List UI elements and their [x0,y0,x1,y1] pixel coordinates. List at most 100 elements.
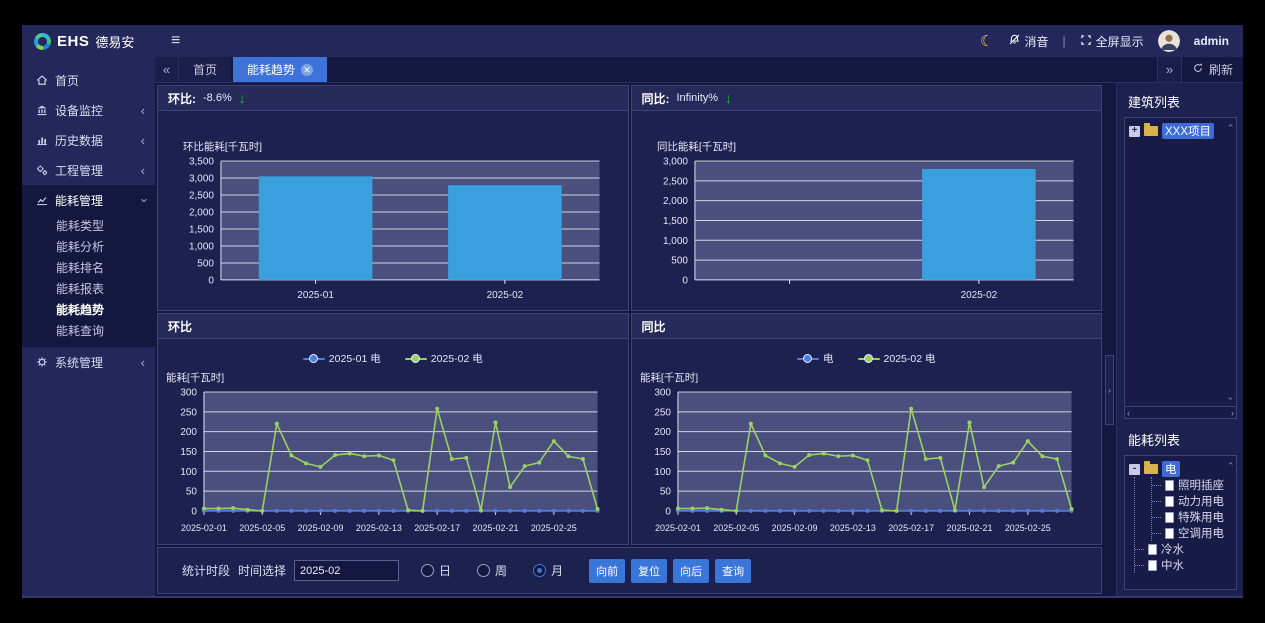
huanbi-bar-chart[interactable]: 05001,0001,5002,0002,5003,0003,500环比能耗[千… [158,111,628,310]
radio-circle-icon[interactable] [477,564,490,577]
svg-text:2025-02-01: 2025-02-01 [181,523,227,533]
svg-text:同比能耗[千瓦时]: 同比能耗[千瓦时] [656,140,735,153]
sidebar-subitem-能耗分析[interactable]: 能耗分析 [22,236,155,257]
svg-text:2025-02-13: 2025-02-13 [356,523,402,533]
file-icon [1165,496,1174,507]
app-window: EHS 德易安 首页设备监控‹历史数据‹工程管理‹能耗管理‹能耗类型能耗分析能耗… [22,25,1243,598]
tabs-scroll-left-icon[interactable]: « [155,57,179,82]
refresh-button[interactable]: 刷新 [1181,57,1243,82]
file-icon [1165,480,1174,491]
chart-legend: 2025-01 电 2025-02 电 [158,351,628,366]
huanbi-line-chart[interactable]: 2025-01 电2025-02 电050100150200250300能耗[千… [158,339,628,544]
username[interactable]: admin [1194,34,1229,48]
tree-item-电[interactable]: -电 [1129,461,1232,477]
legend-item-电[interactable]: 电 [797,351,834,366]
radio-日[interactable]: 日 [421,562,451,579]
menu-toggle-icon[interactable]: ≡ [155,32,196,50]
panel-huanbi-bar-header: 环比: -8.6% ↓ [158,86,628,111]
tree-collapse-icon[interactable]: - [1129,464,1140,475]
svg-text:200: 200 [654,427,671,438]
panel-huanbi-line: 环比 2025-01 电2025-02 电050100150200250300能… [157,313,629,545]
trend-down-icon: ↓ [239,91,246,105]
svg-text:300: 300 [180,388,197,399]
scroll-up-icon[interactable]: › [1226,462,1235,465]
legend-item-2025-02 电[interactable]: 2025-02 电 [858,351,936,366]
button-查询[interactable]: 查询 [715,559,751,583]
sidebar-item-历史数据[interactable]: 历史数据‹ [22,125,155,155]
radio-label: 日 [439,562,451,579]
refresh-icon [1192,62,1204,77]
svg-text:2,500: 2,500 [662,176,687,187]
radio-月[interactable]: 月 [533,562,563,579]
button-向后[interactable]: 向后 [673,559,709,583]
svg-text:1,000: 1,000 [189,241,214,252]
topbar: ≡ ☾ 消音 | 全屏显示 admin [155,25,1243,57]
sidebar-item-label: 工程管理 [55,162,103,179]
radio-circle-icon[interactable] [533,564,546,577]
energy-list-header: 能耗列表 [1124,427,1237,455]
button-向前[interactable]: 向前 [589,559,625,583]
theme-moon-icon[interactable]: ☾ [980,32,993,50]
legend-item-2025-01 电[interactable]: 2025-01 电 [303,351,381,366]
tab-能耗趋势[interactable]: 能耗趋势✕ [233,57,327,82]
tree-item-特殊用电[interactable]: 特殊用电 [1152,509,1232,525]
tree-expand-icon[interactable]: + [1129,126,1140,137]
svg-text:2025-02-09: 2025-02-09 [771,523,817,533]
topbar-right: ☾ 消音 | 全屏显示 admin [980,30,1243,52]
sidebar-subitem-能耗查询[interactable]: 能耗查询 [22,320,155,341]
huanbi-summary-value: -8.6% [203,92,232,104]
tree-item-动力用电[interactable]: 动力用电 [1152,493,1232,509]
sidebar-item-label: 首页 [55,72,79,89]
tree-item-冷水[interactable]: 冷水 [1135,541,1232,557]
time-select-input[interactable] [294,560,399,581]
building-tree-hscrollbar[interactable]: ‹ › [1124,407,1237,419]
scroll-right-icon[interactable]: › [1231,408,1234,418]
legend-marker-icon [797,354,819,363]
tree-item-XXX项目[interactable]: +XXX项目 [1129,123,1232,139]
tree-item-照明插座[interactable]: 照明插座 [1152,477,1232,493]
sidebar-item-首页[interactable]: 首页 [22,65,155,95]
svg-text:250: 250 [180,407,197,418]
radio-周[interactable]: 周 [477,562,507,579]
scroll-left-icon[interactable]: ‹ [1127,408,1130,418]
sidebar-item-label: 系统管理 [55,354,103,371]
svg-text:2,000: 2,000 [189,208,214,219]
radio-circle-icon[interactable] [421,564,434,577]
tongbi-bar-chart[interactable]: 05001,0001,5002,0002,5003,000同比能耗[千瓦时]20… [632,111,1102,310]
sidebar-item-设备监控[interactable]: 设备监控‹ [22,95,155,125]
tree-item-label: 动力用电 [1178,493,1224,509]
svg-text:1,500: 1,500 [189,224,214,235]
legend-item-2025-02 电[interactable]: 2025-02 电 [405,351,483,366]
tab-首页[interactable]: 首页 [179,57,231,82]
main-column: ≡ ☾ 消音 | 全屏显示 admin « 首页能耗趋势✕ » [155,25,1243,596]
sidebar-item-系统管理[interactable]: 系统管理‹ [22,347,155,377]
app-logo[interactable]: EHS 德易安 [22,25,155,57]
tabs-scroll-right-icon[interactable]: » [1157,57,1181,82]
sidebar-item-工程管理[interactable]: 工程管理‹ [22,155,155,185]
avatar[interactable] [1158,30,1180,52]
tabbar: « 首页能耗趋势✕ » 刷新 [155,57,1243,83]
scroll-down-icon[interactable]: › [1226,397,1235,400]
fullscreen-button[interactable]: 全屏显示 [1080,33,1144,50]
sidebar-subitem-能耗排名[interactable]: 能耗排名 [22,257,155,278]
svg-text:150: 150 [180,447,197,458]
sidebar-item-能耗管理[interactable]: 能耗管理‹ [22,185,155,215]
tongbi-line-chart[interactable]: 电2025-02 电050100150200250300能耗[千瓦时]2025-… [632,339,1102,544]
sidebar-subitem-能耗趋势[interactable]: 能耗趋势 [22,299,155,320]
tab-close-icon[interactable]: ✕ [301,64,313,76]
logo-text-name: 德易安 [95,32,134,51]
tree-item-空调用电[interactable]: 空调用电 [1152,525,1232,541]
scroll-up-icon[interactable]: › [1226,124,1235,127]
chevron-left-icon: ‹ [141,104,145,117]
file-icon [1148,560,1157,571]
device-monitor-icon [35,103,49,117]
tree-item-中水[interactable]: 中水 [1135,557,1232,573]
button-复位[interactable]: 复位 [631,559,667,583]
sidebar-item-label: 能耗管理 [55,192,103,209]
sidebar-subitem-能耗报表[interactable]: 能耗报表 [22,278,155,299]
mute-button[interactable]: 消音 [1008,33,1049,50]
sidebar-subitem-能耗类型[interactable]: 能耗类型 [22,215,155,236]
svg-text:2,000: 2,000 [662,196,687,207]
building-list-header: 建筑列表 [1124,89,1237,117]
panel-collapse-handle[interactable]: › [1105,355,1114,425]
